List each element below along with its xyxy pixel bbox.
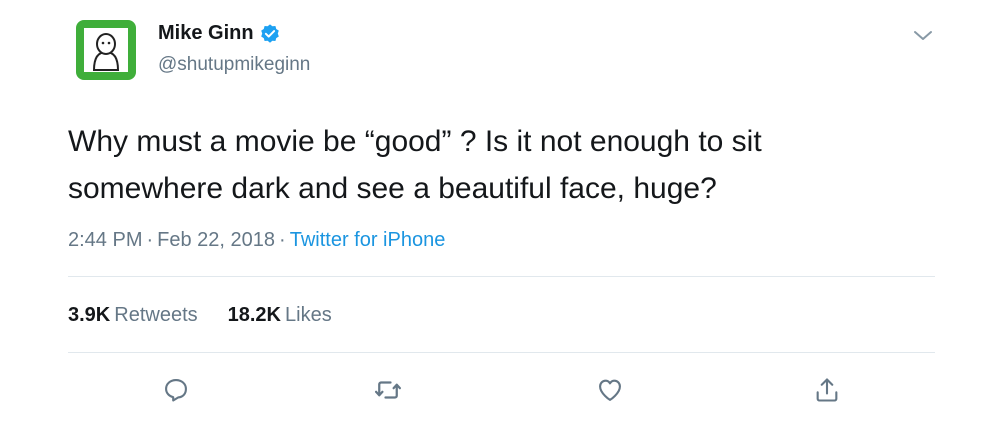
tweet-text: Why must a movie be “good” ? Is it not e…	[68, 118, 948, 212]
retweets-label: Retweets	[114, 304, 198, 326]
like-button[interactable]	[594, 374, 626, 406]
likes-label: Likes	[285, 304, 332, 326]
reply-button[interactable]	[160, 374, 192, 406]
divider	[68, 352, 935, 353]
avatar-image	[76, 20, 136, 80]
tweet-meta: 2:44 PM · Feb 22, 2018 · Twitter for iPhone	[68, 229, 445, 252]
retweets-count: 3.9K	[68, 304, 111, 326]
tweet-card: Mike Ginn @shutupmikeginn Why must a mov…	[0, 0, 999, 424]
author-handle[interactable]: @shutupmikeginn	[158, 54, 310, 76]
retweet-button[interactable]	[372, 374, 404, 406]
reply-icon	[165, 379, 187, 402]
share-icon	[816, 378, 838, 402]
share-button[interactable]	[811, 374, 843, 406]
chevron-down-icon[interactable]	[912, 28, 934, 44]
divider	[68, 276, 935, 277]
separator: ·	[146, 229, 154, 251]
tweet-time[interactable]: 2:44 PM	[68, 229, 142, 251]
tweet-source-link[interactable]: Twitter for iPhone	[290, 229, 446, 251]
likes-stat[interactable]: 18.2K Likes	[228, 304, 332, 327]
retweets-stat[interactable]: 3.9K Retweets	[68, 304, 198, 327]
separator: ·	[279, 229, 286, 251]
tweet-text-line: somewhere dark and see a beautiful face,…	[68, 172, 717, 205]
like-icon	[599, 379, 621, 401]
tweet-text-line: Why must a movie be “good” ? Is it not e…	[68, 125, 762, 158]
tweet-stats: 3.9K Retweets 18.2K Likes	[68, 304, 332, 327]
avatar[interactable]	[76, 20, 136, 80]
author-name-row[interactable]: Mike Ginn	[158, 22, 281, 45]
retweet-icon	[375, 381, 401, 399]
likes-count: 18.2K	[227, 304, 281, 326]
tweet-date[interactable]: Feb 22, 2018	[157, 229, 275, 251]
author-display-name[interactable]: Mike Ginn	[158, 22, 254, 45]
verified-badge-icon	[259, 23, 281, 45]
